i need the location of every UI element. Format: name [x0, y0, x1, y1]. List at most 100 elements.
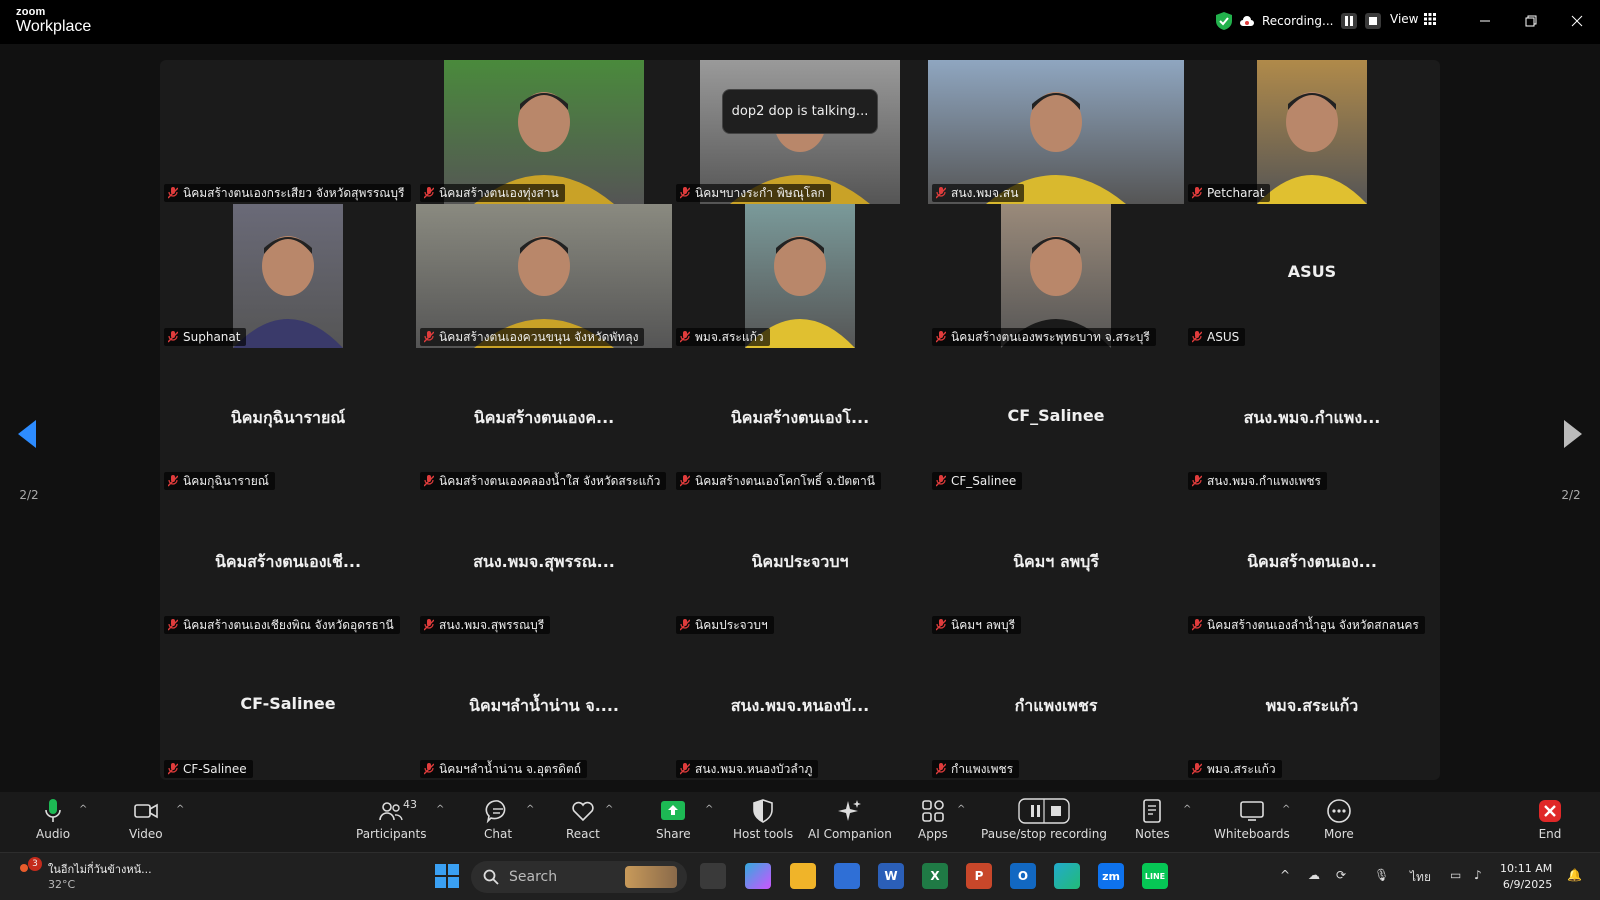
- tray-overflow-icon[interactable]: ^: [1280, 868, 1290, 882]
- meeting-toolbar: Audio ^ Video ^ Participants 43 ^ Chat ^…: [0, 792, 1600, 852]
- participant-tile[interactable]: นิคมสร้างตนเองพระพุทธบาท จ.สระบุรี: [928, 204, 1184, 348]
- participant-tile[interactable]: พมจ.สระแก้ว: [672, 204, 928, 348]
- participant-name-tag: นิคมสร้างตนเองเชียงพิณ จังหวัดอุดรธานี: [164, 616, 400, 634]
- react-button[interactable]: React: [566, 798, 600, 841]
- ai-companion-button[interactable]: AI Companion: [808, 798, 892, 841]
- restore-button[interactable]: [1519, 10, 1543, 32]
- excel-icon[interactable]: X: [922, 863, 948, 889]
- participant-tile[interactable]: สนง.พมจ.หนองบั... สนง.พมจ.หนองบัวลำภู: [672, 636, 928, 780]
- taskbar-search[interactable]: Search: [471, 861, 687, 893]
- microphone-tray-icon[interactable]: 🎙: [1374, 868, 1389, 882]
- start-button[interactable]: [434, 863, 460, 889]
- video-options-caret[interactable]: ^: [176, 804, 184, 815]
- participant-tile[interactable]: นิคมสร้างตนเองควนขนุน จังหวัดพัทลุง: [416, 204, 672, 348]
- muted-mic-icon: [1192, 187, 1202, 199]
- host-tools-button[interactable]: Host tools: [733, 798, 793, 841]
- sync-icon[interactable]: ⟳: [1336, 868, 1346, 882]
- participants-options-caret[interactable]: ^: [436, 804, 444, 815]
- participant-name-tag: นิคมสร้างตนเองโคกโพธิ์ จ.ปัตตานี: [676, 472, 881, 490]
- notification-bell-icon[interactable]: 🔔: [1567, 868, 1582, 882]
- powerpoint-icon[interactable]: P: [966, 863, 992, 889]
- participant-name: นิคมสร้างตนเองทุ่งสาน: [439, 185, 559, 200]
- close-window-button[interactable]: [1565, 10, 1589, 32]
- next-page-button[interactable]: 2/2: [1542, 404, 1600, 504]
- chat-icon: [485, 800, 506, 824]
- minimize-button[interactable]: [1473, 10, 1497, 32]
- microsoft-store-icon[interactable]: [834, 863, 860, 889]
- volume-icon[interactable]: ♪: [1474, 868, 1482, 882]
- whiteboards-options-caret[interactable]: ^: [1282, 804, 1290, 815]
- notes-button[interactable]: Notes: [1135, 798, 1170, 841]
- apps-button[interactable]: Apps: [918, 798, 948, 841]
- share-options-caret[interactable]: ^: [705, 804, 713, 815]
- previous-page-button[interactable]: 2/2: [0, 404, 58, 504]
- onedrive-icon[interactable]: ☁: [1308, 868, 1320, 882]
- participant-tile[interactable]: นิคมฯลำน้ำน่าน จ.... นิคมฯลำน้ำน่าน จ.อุต…: [416, 636, 672, 780]
- edge-icon[interactable]: [1054, 863, 1080, 889]
- recording-indicator: Recording...: [1216, 10, 1382, 32]
- participants-icon: [379, 802, 403, 821]
- participant-name: Petcharat: [1207, 186, 1265, 200]
- sparkle-icon: [837, 800, 861, 821]
- participant-video: [745, 204, 855, 348]
- view-label: View: [1390, 12, 1419, 26]
- participant-tile[interactable]: ASUS ASUS: [1184, 204, 1440, 348]
- more-button[interactable]: More: [1324, 798, 1354, 841]
- participant-tile[interactable]: สนง.พมจ.สน: [928, 60, 1184, 204]
- file-explorer-icon[interactable]: [790, 863, 816, 889]
- participant-display-name: นิคมสร้างตนเองค...: [473, 408, 615, 427]
- weather-widget[interactable]: 3 ในอีกไม่กี่วันข้างหน้... 32°C: [20, 857, 152, 891]
- line-app-icon[interactable]: LINE: [1142, 863, 1168, 889]
- participant-tile[interactable]: สนง.พมจ.สุพรรณ... สนง.พมจ.สุพรรณบุรี: [416, 492, 672, 636]
- participant-tile[interactable]: นิคมสร้างตนเองกระเสียว จังหวัดสุพรรณบุรี: [160, 60, 416, 204]
- whiteboards-button[interactable]: Whiteboards: [1214, 798, 1290, 841]
- zoom-app-icon[interactable]: zm: [1098, 863, 1124, 889]
- chat-options-caret[interactable]: ^: [526, 804, 534, 815]
- participant-display-name: พมจ.สระแก้ว: [1265, 696, 1359, 715]
- participant-display-name: ASUS: [1287, 262, 1337, 281]
- audio-options-caret[interactable]: ^: [79, 804, 87, 815]
- outlook-icon[interactable]: O: [1010, 863, 1036, 889]
- participant-tile[interactable]: นิคมสร้างตนเอง... นิคมสร้างตนเองลำน้ำอูน …: [1184, 492, 1440, 636]
- language-indicator[interactable]: ไทย: [1410, 868, 1431, 887]
- participant-tile[interactable]: นิคมสร้างตนเองโ... นิคมสร้างตนเองโคกโพธิ์…: [672, 348, 928, 492]
- apps-options-caret[interactable]: ^: [957, 804, 965, 815]
- participant-display-name: นิคมฯลำน้ำน่าน จ....: [469, 696, 619, 715]
- windows-logo-icon: [435, 864, 459, 888]
- participant-tile[interactable]: นิคมกุฉินารายณ์ นิคมกุฉินารายณ์: [160, 348, 416, 492]
- pause-stop-recording-button[interactable]: Pause/stop recording: [981, 798, 1107, 841]
- participant-tile[interactable]: นิคมฯ ลพบุรี นิคมฯ ลพบุรี: [928, 492, 1184, 636]
- video-button[interactable]: Video: [129, 798, 163, 841]
- participant-name-tag: พมจ.สระแก้ว: [1188, 760, 1282, 778]
- stop-recording-button[interactable]: [1365, 13, 1382, 29]
- participant-tile[interactable]: นิคมสร้างตนเองค... นิคมสร้างตนเองคลองน้ำใ…: [416, 348, 672, 492]
- share-button[interactable]: Share: [656, 798, 691, 841]
- participant-tile[interactable]: สนง.พมจ.กำแพง... สนง.พมจ.กำแพงเพชร: [1184, 348, 1440, 492]
- participant-name-tag: นิคมสร้างตนเองลำน้ำอูน จังหวัดสกลนคร: [1188, 616, 1425, 634]
- participant-tile[interactable]: นิคมสร้างตนเองเชี... นิคมสร้างตนเองเชียงพ…: [160, 492, 416, 636]
- network-icon[interactable]: ▭: [1450, 868, 1461, 882]
- participant-tile[interactable]: นิคมประจวบฯ นิคมประจวบฯ: [672, 492, 928, 636]
- participant-tile[interactable]: นิคมสร้างตนเองทุ่งสาน: [416, 60, 672, 204]
- system-clock[interactable]: 10:11 AM 6/9/2025: [1500, 861, 1552, 893]
- muted-mic-icon: [680, 331, 690, 343]
- notes-options-caret[interactable]: ^: [1183, 804, 1191, 815]
- view-button[interactable]: View: [1390, 12, 1437, 26]
- task-view-icon[interactable]: [700, 863, 726, 889]
- participant-tile[interactable]: CF_Salinee CF_Salinee: [928, 348, 1184, 492]
- participant-tile[interactable]: กำแพงเพชร กำแพงเพชร: [928, 636, 1184, 780]
- chat-button[interactable]: Chat: [484, 798, 512, 841]
- participant-tile[interactable]: Petcharat: [1184, 60, 1440, 204]
- react-options-caret[interactable]: ^: [605, 804, 613, 815]
- audio-button[interactable]: Audio: [36, 798, 70, 841]
- participant-tile[interactable]: CF-Salinee CF-Salinee: [160, 636, 416, 780]
- participant-name-tag: นิคมสร้างตนเองกระเสียว จังหวัดสุพรรณบุรี: [164, 184, 411, 202]
- search-icon: [483, 869, 499, 885]
- participant-tile[interactable]: Suphanat: [160, 204, 416, 348]
- participant-tile[interactable]: พมจ.สระแก้ว พมจ.สระแก้ว: [1184, 636, 1440, 780]
- copilot-icon[interactable]: [745, 863, 771, 889]
- end-meeting-button[interactable]: End: [1538, 798, 1562, 841]
- word-icon[interactable]: W: [878, 863, 904, 889]
- pause-recording-button[interactable]: [1341, 13, 1358, 29]
- weather-icon: 3: [20, 857, 42, 878]
